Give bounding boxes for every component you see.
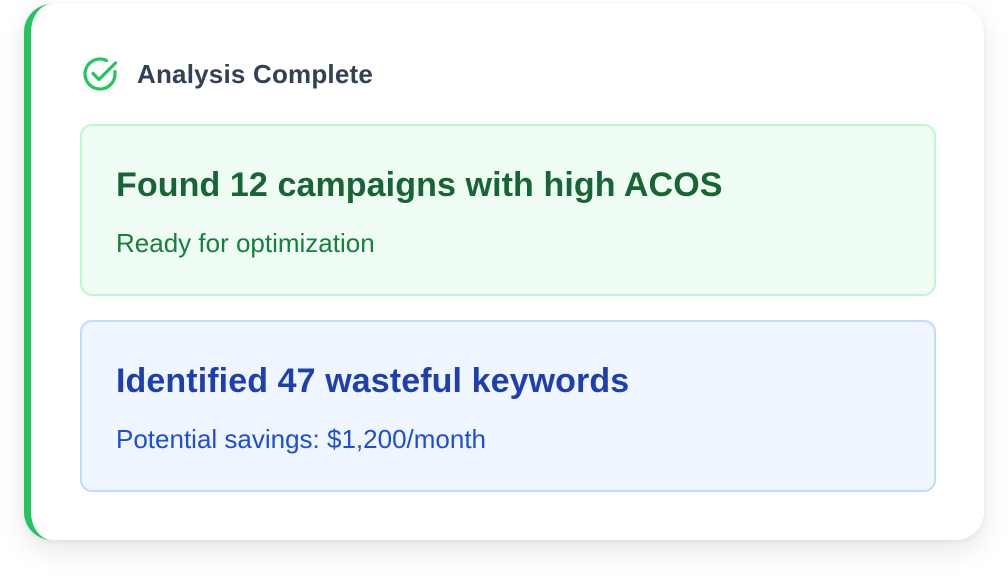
result-card-campaigns: Found 12 campaigns with high ACOS Ready …	[80, 124, 936, 296]
result-card-keywords: Identified 47 wasteful keywords Potentia…	[80, 320, 936, 492]
result-subtitle: Potential savings: $1,200/month	[116, 424, 487, 454]
card-header: Analysis Complete	[80, 54, 373, 94]
result-title: Found 12 campaigns with high ACOS	[116, 166, 723, 204]
result-title: Identified 47 wasteful keywords	[116, 362, 630, 400]
check-circle-icon	[80, 54, 120, 94]
result-subtitle: Ready for optimization	[116, 228, 375, 258]
analysis-status-title: Analysis Complete	[137, 58, 374, 89]
analysis-card: Analysis Complete Found 12 campaigns wit…	[24, 4, 984, 540]
